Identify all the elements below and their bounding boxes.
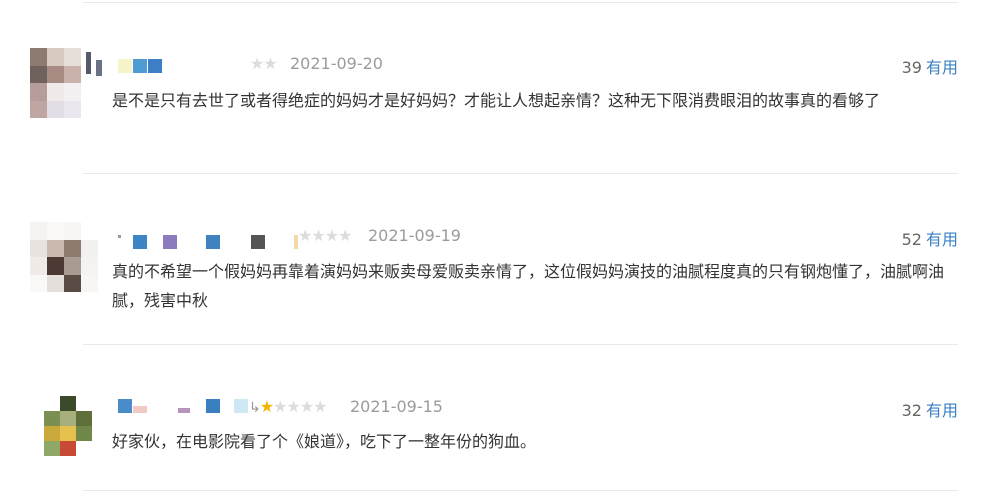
- comment-text: 真的不希望一个假妈妈再靠着演妈妈来贩卖母爱贩卖亲情了，这位假妈妈演技的油腻程度真…: [112, 262, 945, 310]
- comment-text: 是不是只有去世了或者得绝症的妈妈才是好妈妈？才能让人想起亲情？这种无下限消费眼泪…: [112, 91, 881, 110]
- comment-text: 好家伙，在电影院看了个《娘道》，吃下了一整年份的狗血。: [112, 432, 537, 451]
- useful-button[interactable]: 有用: [926, 230, 958, 249]
- divider: [83, 344, 958, 345]
- avatar-edge: [86, 52, 91, 74]
- avatar[interactable]: [30, 222, 98, 292]
- username[interactable]: [118, 59, 168, 73]
- vote-count: 39 有用: [902, 54, 958, 78]
- rating-stars: ★★: [250, 54, 278, 73]
- comment-date: 2021-09-20: [290, 54, 383, 73]
- divider: [83, 490, 958, 491]
- comment-date: 2021-09-19: [368, 226, 461, 245]
- vote-count: 52 有用: [902, 226, 958, 250]
- divider: [83, 2, 958, 3]
- comment-date: 2021-09-15: [350, 397, 443, 416]
- vote-number: 32: [901, 401, 922, 420]
- useful-button[interactable]: 有用: [926, 401, 958, 420]
- vote-number: 52: [901, 230, 922, 249]
- vote-number: 39: [901, 58, 922, 77]
- avatar-edge: [96, 60, 102, 76]
- vote-count: 32 有用: [902, 397, 958, 421]
- avatar[interactable]: [44, 396, 92, 456]
- rating-stars: ↳★★★★★: [249, 397, 327, 416]
- username[interactable]: [118, 399, 264, 413]
- divider: [83, 173, 958, 174]
- rating-stars: ★★★★: [298, 226, 352, 245]
- username[interactable]: [118, 235, 298, 249]
- useful-button[interactable]: 有用: [926, 58, 958, 77]
